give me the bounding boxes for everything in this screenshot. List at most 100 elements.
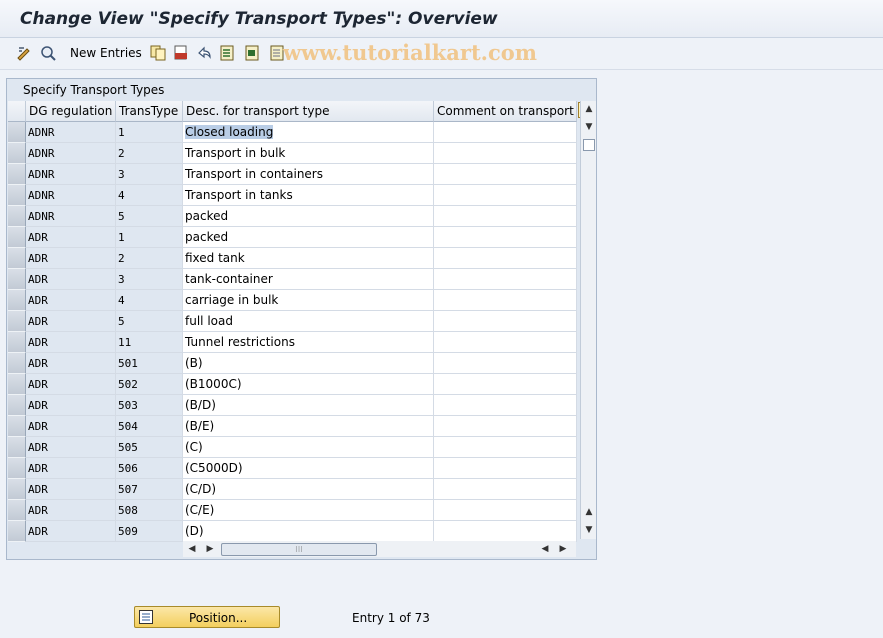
table-row: ADR 508 (C/E) — [8, 500, 577, 521]
other-view-icon[interactable] — [40, 45, 56, 61]
select-block-icon[interactable] — [245, 45, 261, 61]
row-selector[interactable] — [8, 122, 26, 143]
table-row: ADR 2 fixed tank — [8, 248, 577, 269]
cell-dg-regulation: ADR — [26, 311, 116, 332]
cell-comment[interactable] — [434, 122, 577, 143]
table-row: ADNR 3 Transport in containers — [8, 164, 577, 185]
cell-comment[interactable] — [434, 311, 577, 332]
cell-description[interactable]: full load — [183, 311, 434, 332]
column-header-description[interactable]: Desc. for transport type — [183, 101, 434, 122]
row-selector[interactable] — [8, 290, 26, 311]
row-selector[interactable] — [8, 416, 26, 437]
cell-description[interactable]: Transport in bulk — [183, 143, 434, 164]
cell-description[interactable]: (C) — [183, 437, 434, 458]
column-header-transtype[interactable]: TransType — [116, 101, 183, 122]
cell-description[interactable]: (C/D) — [183, 479, 434, 500]
cell-description[interactable]: (B/D) — [183, 395, 434, 416]
entry-counter: Entry 1 of 73 — [352, 611, 430, 625]
scroll-thumb[interactable] — [583, 139, 595, 151]
display-change-icon[interactable] — [16, 45, 32, 61]
cell-comment[interactable] — [434, 248, 577, 269]
cell-comment[interactable] — [434, 185, 577, 206]
cell-transtype: 506 — [116, 458, 183, 479]
cell-comment[interactable] — [434, 458, 577, 479]
cell-comment[interactable] — [434, 332, 577, 353]
scroll-up-icon[interactable]: ▲ — [582, 103, 596, 115]
cell-comment[interactable] — [434, 521, 577, 542]
cell-description[interactable]: Transport in tanks — [183, 185, 434, 206]
cell-description[interactable]: tank-container — [183, 269, 434, 290]
scroll-right-icon[interactable]: ▶ — [203, 543, 217, 555]
scroll-down-icon[interactable]: ▼ — [582, 121, 596, 133]
row-selector[interactable] — [8, 500, 26, 521]
description-text: (B1000C) — [185, 377, 242, 391]
cell-description[interactable]: Closed loading — [183, 122, 434, 143]
undo-icon[interactable] — [196, 45, 212, 61]
select-all-corner[interactable] — [8, 101, 26, 122]
scroll-page-up-icon[interactable]: ▲ — [582, 506, 596, 518]
scroll-page-down-icon[interactable]: ▼ — [582, 524, 596, 536]
row-selector[interactable] — [8, 479, 26, 500]
scroll-far-left-icon[interactable]: ◀ — [538, 543, 552, 555]
cell-comment[interactable] — [434, 290, 577, 311]
new-entries-button[interactable]: New Entries — [70, 46, 142, 60]
cell-description[interactable]: (D) — [183, 521, 434, 542]
column-header-comment[interactable]: Comment on transport ty — [434, 101, 577, 122]
cell-dg-regulation: ADR — [26, 374, 116, 395]
description-text: carriage in bulk — [185, 293, 279, 307]
cell-description[interactable]: packed — [183, 227, 434, 248]
scroll-far-right-icon[interactable]: ▶ — [556, 543, 570, 555]
cell-comment[interactable] — [434, 227, 577, 248]
row-selector[interactable] — [8, 332, 26, 353]
row-selector[interactable] — [8, 437, 26, 458]
cell-description[interactable]: (C/E) — [183, 500, 434, 521]
cell-description[interactable]: carriage in bulk — [183, 290, 434, 311]
cell-transtype: 505 — [116, 437, 183, 458]
row-selector[interactable] — [8, 458, 26, 479]
position-button[interactable]: Position... — [134, 606, 280, 628]
cell-comment[interactable] — [434, 353, 577, 374]
row-selector[interactable] — [8, 374, 26, 395]
cell-comment[interactable] — [434, 479, 577, 500]
cell-comment[interactable] — [434, 206, 577, 227]
row-selector[interactable] — [8, 269, 26, 290]
cell-description[interactable]: (B/E) — [183, 416, 434, 437]
row-selector[interactable] — [8, 311, 26, 332]
cell-description[interactable]: Transport in containers — [183, 164, 434, 185]
cell-comment[interactable] — [434, 500, 577, 521]
scroll-left-icon[interactable]: ◀ — [185, 543, 199, 555]
cell-transtype: 5 — [116, 206, 183, 227]
cell-description[interactable]: (C5000D) — [183, 458, 434, 479]
row-selector[interactable] — [8, 395, 26, 416]
cell-description[interactable]: Tunnel restrictions — [183, 332, 434, 353]
cell-comment[interactable] — [434, 164, 577, 185]
row-selector[interactable] — [8, 227, 26, 248]
row-selector[interactable] — [8, 143, 26, 164]
cell-description[interactable]: (B1000C) — [183, 374, 434, 395]
horizontal-scroll-thumb[interactable]: ⁝⁝⁝ — [221, 543, 377, 556]
cell-description[interactable]: (B) — [183, 353, 434, 374]
row-selector[interactable] — [8, 206, 26, 227]
row-selector[interactable] — [8, 248, 26, 269]
select-all-icon[interactable] — [220, 45, 236, 61]
cell-comment[interactable] — [434, 269, 577, 290]
row-selector[interactable] — [8, 521, 26, 542]
cell-comment[interactable] — [434, 437, 577, 458]
cell-comment[interactable] — [434, 395, 577, 416]
cell-description[interactable]: fixed tank — [183, 248, 434, 269]
cell-dg-regulation: ADR — [26, 227, 116, 248]
vertical-scrollbar[interactable]: ▲ ▼ ▲ ▼ — [580, 101, 596, 539]
row-selector[interactable] — [8, 164, 26, 185]
column-header-dg-regulation[interactable]: DG regulation — [26, 101, 116, 122]
cell-transtype: 504 — [116, 416, 183, 437]
horizontal-scrollbar[interactable]: ◀ ▶ ⁝⁝⁝ ◀ ▶ — [183, 541, 576, 557]
cell-description[interactable]: packed — [183, 206, 434, 227]
cell-comment[interactable] — [434, 416, 577, 437]
copy-icon[interactable] — [150, 45, 166, 61]
delete-icon[interactable] — [173, 45, 189, 61]
row-selector[interactable] — [8, 185, 26, 206]
cell-transtype: 509 — [116, 521, 183, 542]
cell-comment[interactable] — [434, 143, 577, 164]
row-selector[interactable] — [8, 353, 26, 374]
cell-comment[interactable] — [434, 374, 577, 395]
